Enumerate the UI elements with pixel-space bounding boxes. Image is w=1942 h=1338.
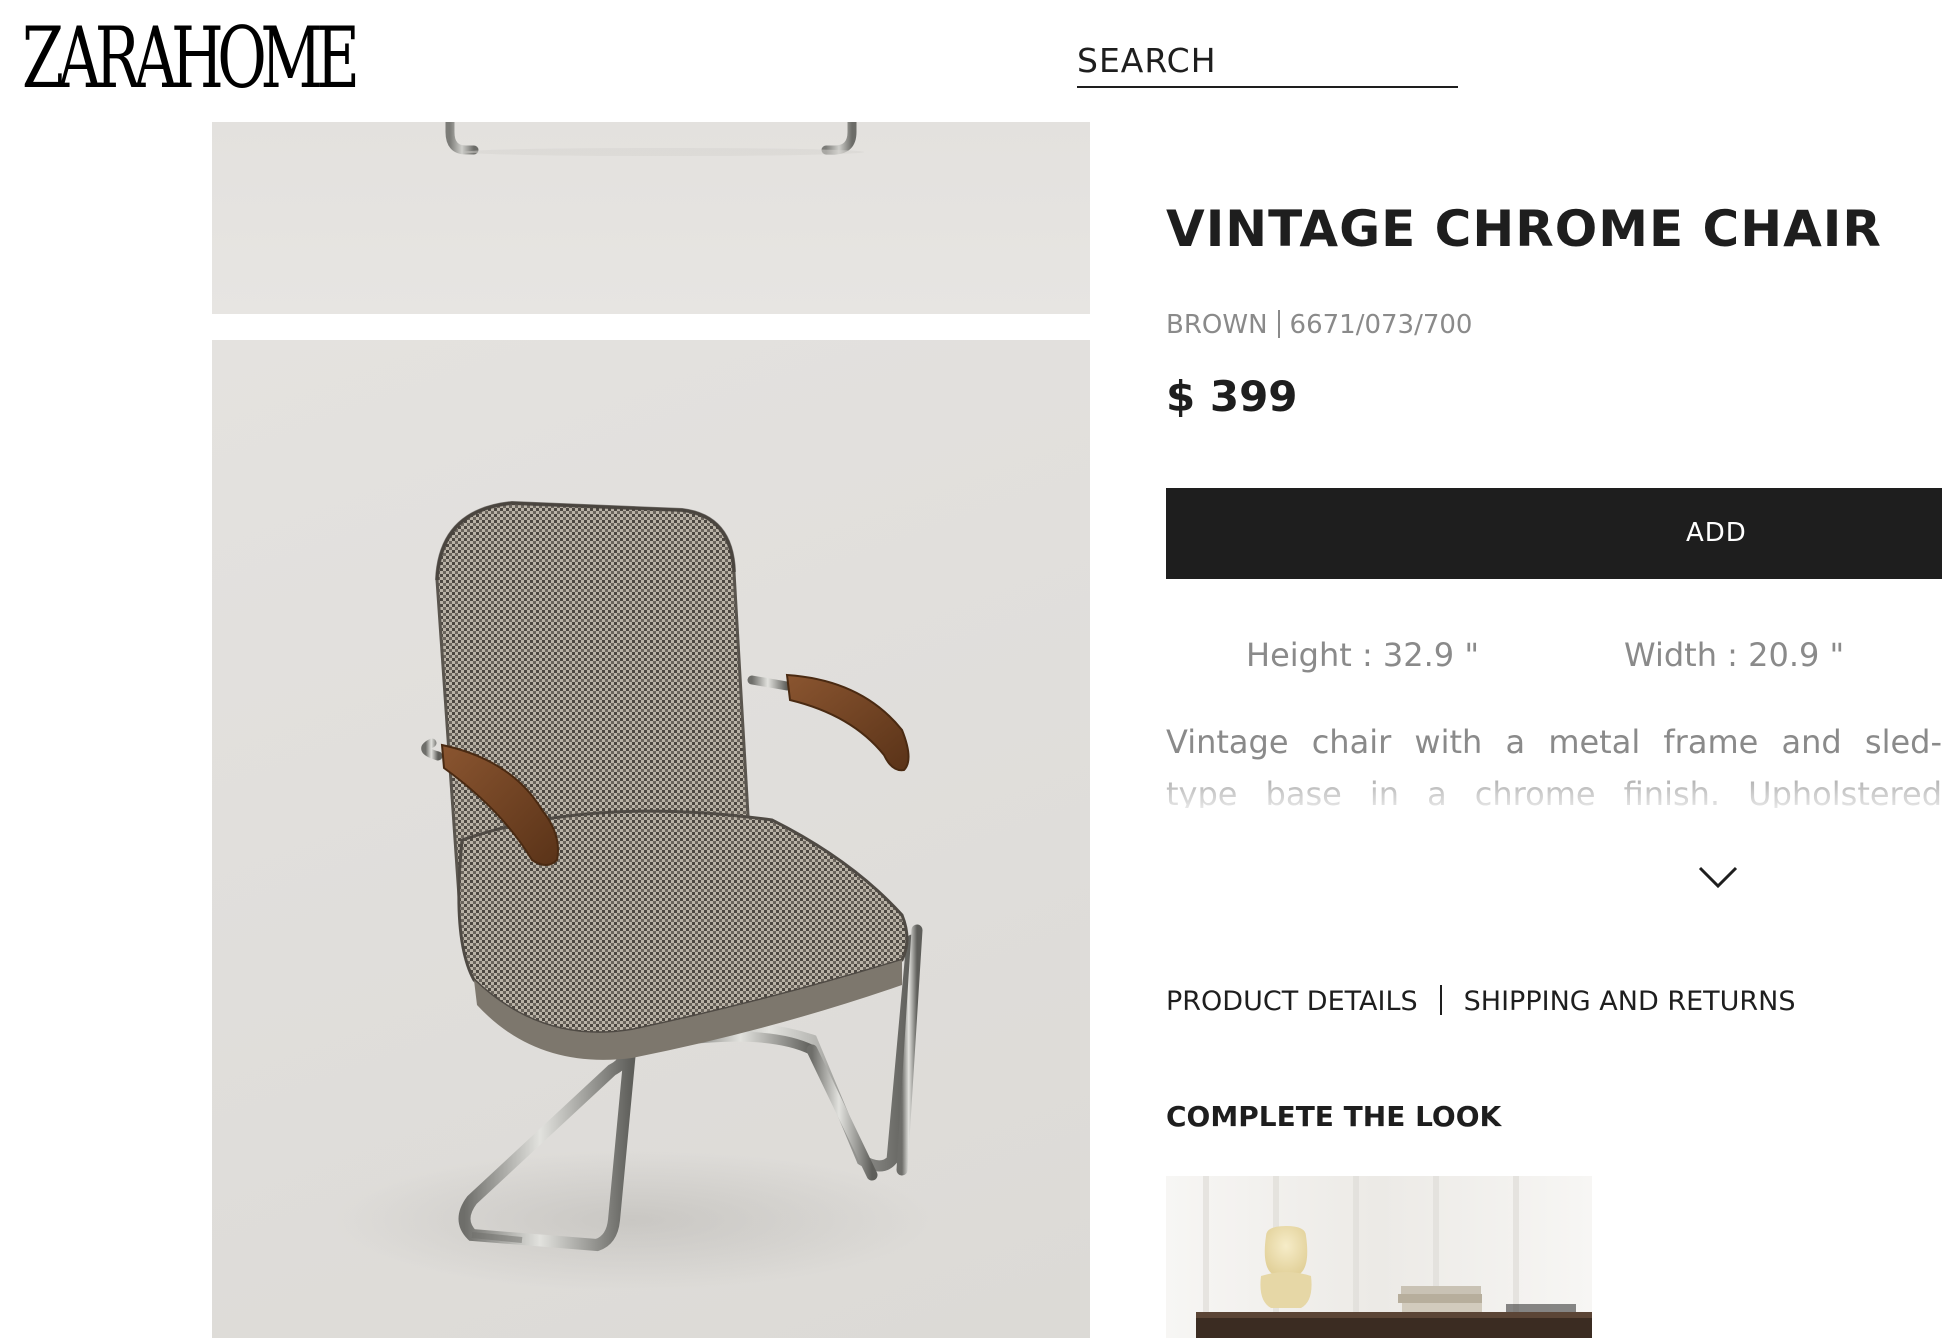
brand-logo[interactable]: ZARAHOME — [22, 16, 360, 100]
site-header: ZARAHOME — [0, 0, 1942, 122]
complete-the-look-heading: COMPLETE THE LOOK — [1166, 1100, 1502, 1133]
product-price: $ 399 — [1166, 372, 1298, 421]
product-image-previous[interactable] — [212, 122, 1090, 314]
look-item-image — [1166, 1176, 1592, 1338]
expand-description-button[interactable] — [1696, 862, 1740, 892]
product-meta: BROWN 6671/073/700 — [1166, 310, 1472, 340]
product-details-link[interactable]: PRODUCT DETAILS — [1166, 986, 1418, 1017]
chair-legs-image — [445, 122, 864, 156]
info-links: PRODUCT DETAILS SHIPPING AND RETURNS — [1166, 985, 1796, 1017]
product-image-main[interactable] — [212, 340, 1090, 1338]
add-button-label: ADD — [1686, 518, 1747, 548]
shipping-returns-link[interactable]: SHIPPING AND RETURNS — [1464, 986, 1796, 1017]
link-divider — [1439, 985, 1442, 1015]
product-color: BROWN — [1166, 310, 1268, 340]
product-title: VINTAGE CHROME CHAIR — [1166, 200, 1882, 258]
description-fade-overlay — [1166, 770, 1942, 812]
search-input[interactable] — [1077, 36, 1458, 84]
add-to-cart-button[interactable]: ADD — [1166, 488, 1942, 579]
product-reference: 6671/073/700 — [1289, 310, 1473, 340]
meta-separator — [1277, 310, 1280, 338]
chevron-down-icon — [1698, 866, 1738, 889]
dimension-height: Height : 32.9 " — [1246, 636, 1480, 674]
chair-image — [332, 500, 932, 1290]
search-bar[interactable] — [1077, 36, 1458, 88]
complete-the-look-item[interactable] — [1166, 1176, 1592, 1338]
dimension-width: Width : 20.9 " — [1624, 636, 1845, 674]
product-page: ZARAHOME SEARCH VINTAGE CHROME CHAIR BRO… — [0, 0, 1942, 1338]
